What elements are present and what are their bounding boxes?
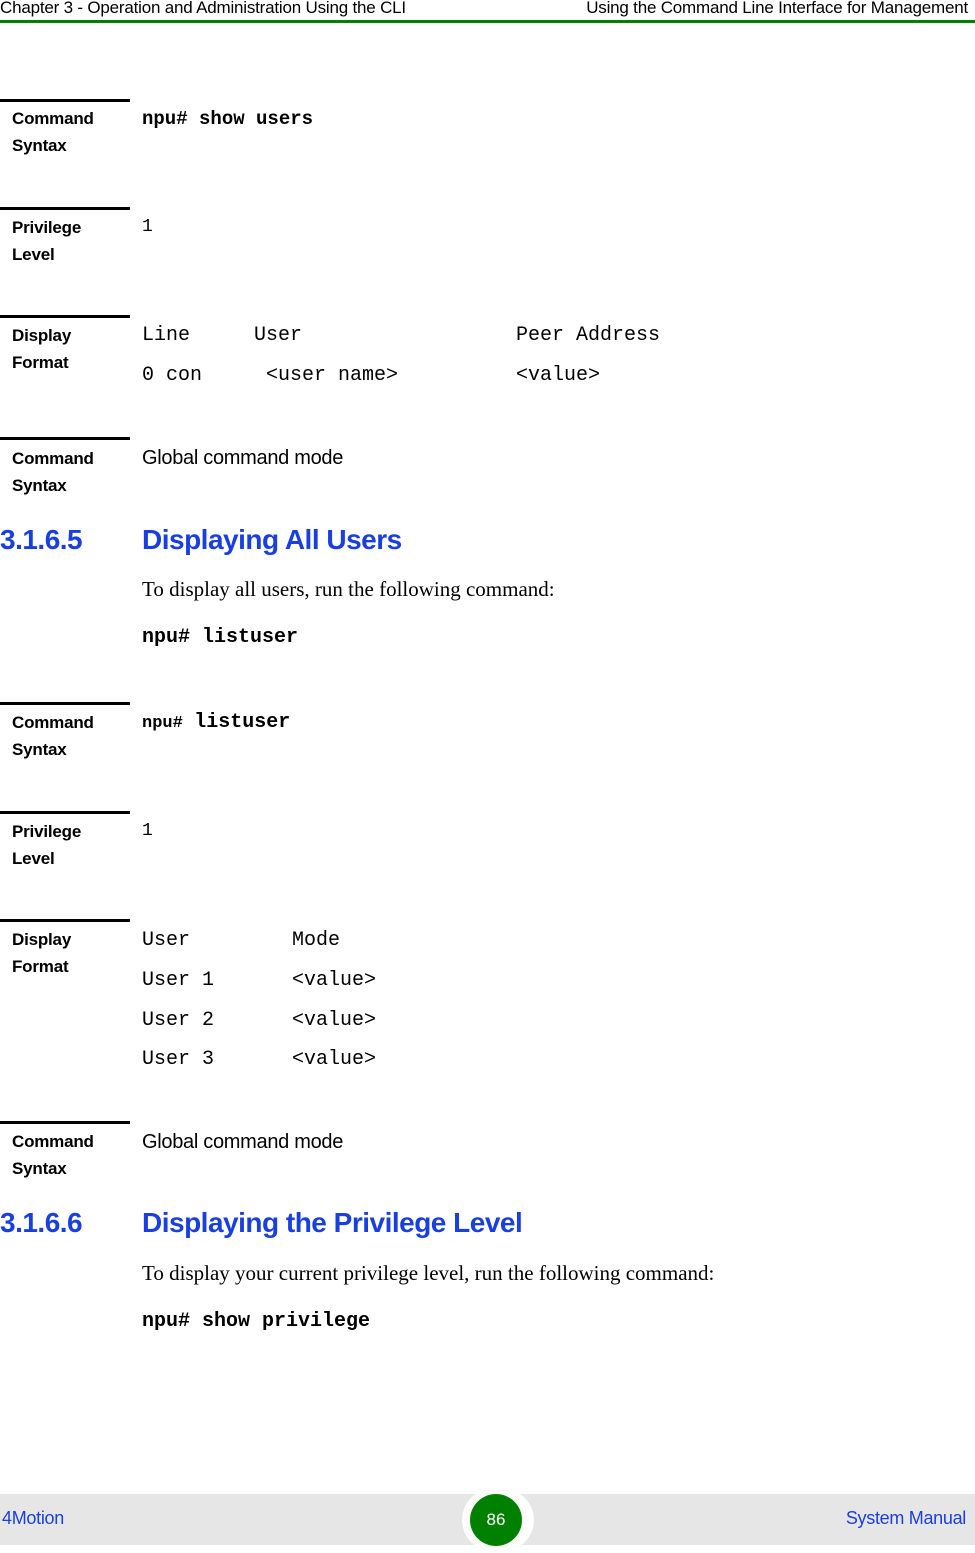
table-rule (0, 702, 130, 705)
display-format-label: Display Format (12, 926, 71, 980)
label-line: Privilege (12, 218, 82, 237)
label-line: Display (12, 326, 72, 345)
section-command: npu# listuser (142, 626, 298, 649)
label-line: Format (12, 957, 69, 976)
table-rule (0, 1121, 130, 1124)
command: listuser (194, 711, 291, 734)
label-line: Syntax (12, 740, 67, 759)
header-divider (0, 20, 975, 23)
table-cell: <value> (292, 1048, 377, 1071)
label-line: Command (12, 449, 94, 468)
command-syntax-label: Command Syntax (12, 709, 94, 763)
table-rule (0, 437, 130, 440)
label-line: Command (12, 109, 94, 128)
column-header: User (254, 324, 303, 347)
table-cell: User 2 (142, 1009, 215, 1032)
label-line: Syntax (12, 476, 67, 495)
product-name: 4Motion (2, 1508, 64, 1528)
command-syntax-value: npu# listuser (142, 711, 290, 734)
document-title: System Manual (845, 1508, 966, 1528)
section-number: 3.1.6.5 (0, 524, 83, 555)
section-heading: Displaying All Users (142, 524, 402, 555)
prompt: npu# (142, 1310, 191, 1333)
prompt: npu# (142, 714, 183, 733)
command-mode-label: Command Syntax (12, 1128, 94, 1182)
command: show privilege (202, 1310, 371, 1333)
command-syntax-value: npu# show users (142, 108, 313, 130)
section-intro: To display your current privilege level,… (142, 1261, 715, 1285)
privilege-level-label: Privilege Level (12, 818, 81, 872)
table-cell: <value> (292, 969, 377, 992)
table-cell: <user name> (266, 364, 399, 387)
label-line: Format (12, 353, 69, 372)
command-syntax-label: Command Syntax (12, 105, 94, 159)
command: listuser (202, 626, 299, 649)
label-line: Command (12, 1132, 94, 1151)
label-line: Level (12, 849, 55, 868)
table-rule (0, 207, 130, 210)
privilege-level-label: Privilege Level (12, 214, 81, 268)
table-rule (0, 315, 130, 318)
section-title: Using the Command Line Interface for Man… (586, 0, 968, 17)
privilege-level-value: 1 (142, 217, 153, 237)
chapter-title: Chapter 3 - Operation and Administration… (0, 0, 406, 17)
table-cell: 0 con (142, 364, 203, 387)
section-heading: Displaying the Privilege Level (142, 1207, 523, 1238)
command-mode-label: Command Syntax (12, 445, 94, 499)
page-header: Chapter 3 - Operation and Administration… (0, 0, 975, 22)
prompt: npu# (142, 626, 191, 649)
label-line: Command (12, 713, 94, 732)
table-cell: User 3 (142, 1048, 215, 1071)
column-header: Mode (292, 929, 341, 952)
section-intro: To display all users, run the following … (142, 577, 555, 601)
label-line: Display (12, 930, 72, 949)
table-cell: <value> (516, 364, 601, 387)
command-mode-value: Global command mode (142, 1131, 344, 1153)
command: show users (199, 108, 314, 130)
label-line: Privilege (12, 822, 82, 841)
label-line: Syntax (12, 136, 67, 155)
table-cell: User 1 (142, 969, 215, 992)
table-cell: <value> (292, 1009, 377, 1032)
page-number-badge: 86 (470, 1494, 522, 1546)
display-format-label: Display Format (12, 322, 71, 376)
column-header: Line (142, 324, 191, 347)
section-number: 3.1.6.6 (0, 1207, 83, 1238)
label-line: Syntax (12, 1159, 67, 1178)
table-rule (0, 919, 130, 922)
column-header: Peer Address (516, 324, 661, 347)
table-rule (0, 99, 130, 102)
section-command: npu# show privilege (142, 1310, 370, 1333)
command-mode-value: Global command mode (142, 447, 344, 469)
label-line: Level (12, 245, 55, 264)
prompt: npu# (142, 108, 188, 130)
privilege-level-value: 1 (142, 821, 153, 841)
column-header: User (142, 929, 191, 952)
table-rule (0, 811, 130, 814)
